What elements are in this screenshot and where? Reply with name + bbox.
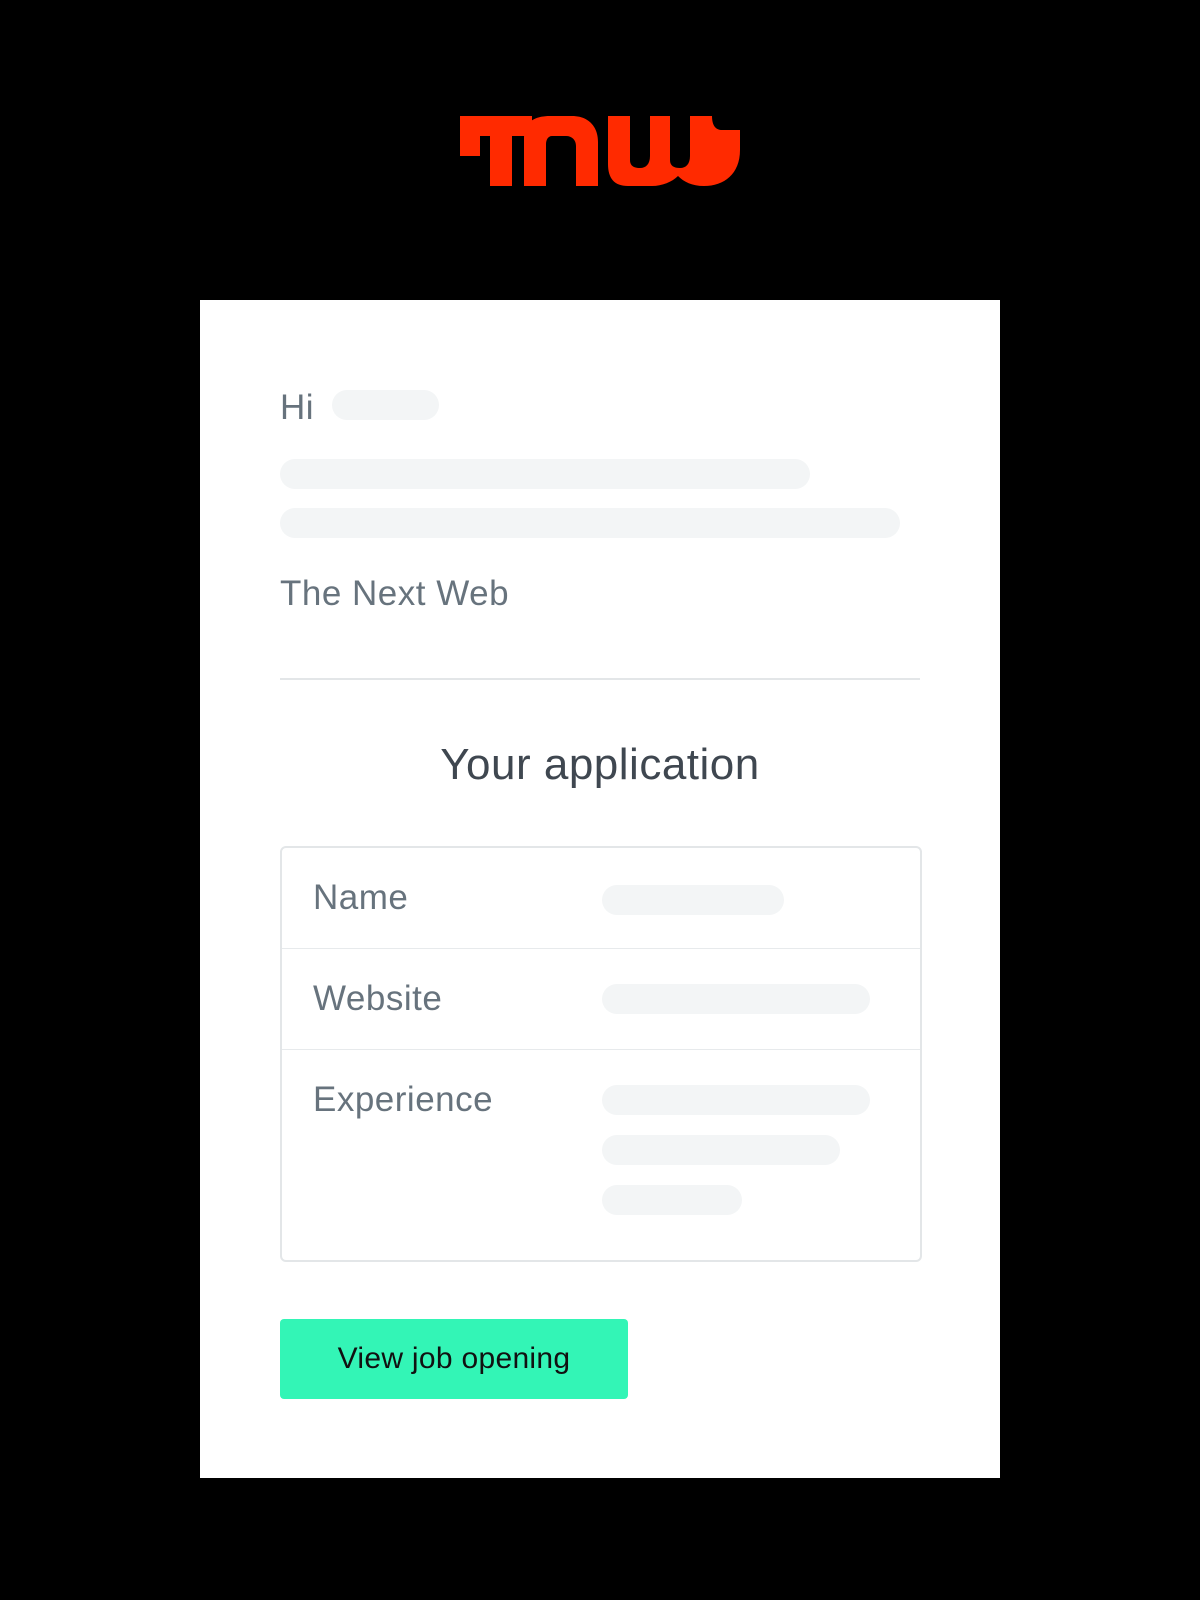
field-label-name: Name xyxy=(313,878,409,917)
tnw-logo-icon xyxy=(460,116,740,186)
table-row: Experience xyxy=(282,1050,920,1260)
view-job-opening-button[interactable]: View job opening xyxy=(280,1319,628,1399)
field-label-experience: Experience xyxy=(313,1080,494,1119)
field-value-placeholder xyxy=(602,1085,870,1115)
greeting-line: Hi xyxy=(280,386,314,430)
section-divider xyxy=(280,678,920,680)
body-text-placeholder xyxy=(280,508,900,538)
body-text-placeholder xyxy=(280,459,810,489)
tnw-logo xyxy=(460,116,740,188)
table-row: Website xyxy=(282,949,920,1050)
field-value-placeholder xyxy=(602,1185,742,1215)
greeting-text: Hi xyxy=(280,388,315,427)
table-row: Name xyxy=(282,848,920,949)
application-details-table: Name Website Experience xyxy=(280,846,922,1262)
field-value-placeholder xyxy=(602,1135,840,1165)
recipient-name-placeholder xyxy=(332,390,439,420)
field-value-placeholder xyxy=(602,885,784,915)
field-label-website: Website xyxy=(313,979,443,1018)
section-title: Your application xyxy=(440,740,760,789)
field-value-placeholder xyxy=(602,984,870,1014)
signoff-text: The Next Web xyxy=(280,574,510,613)
